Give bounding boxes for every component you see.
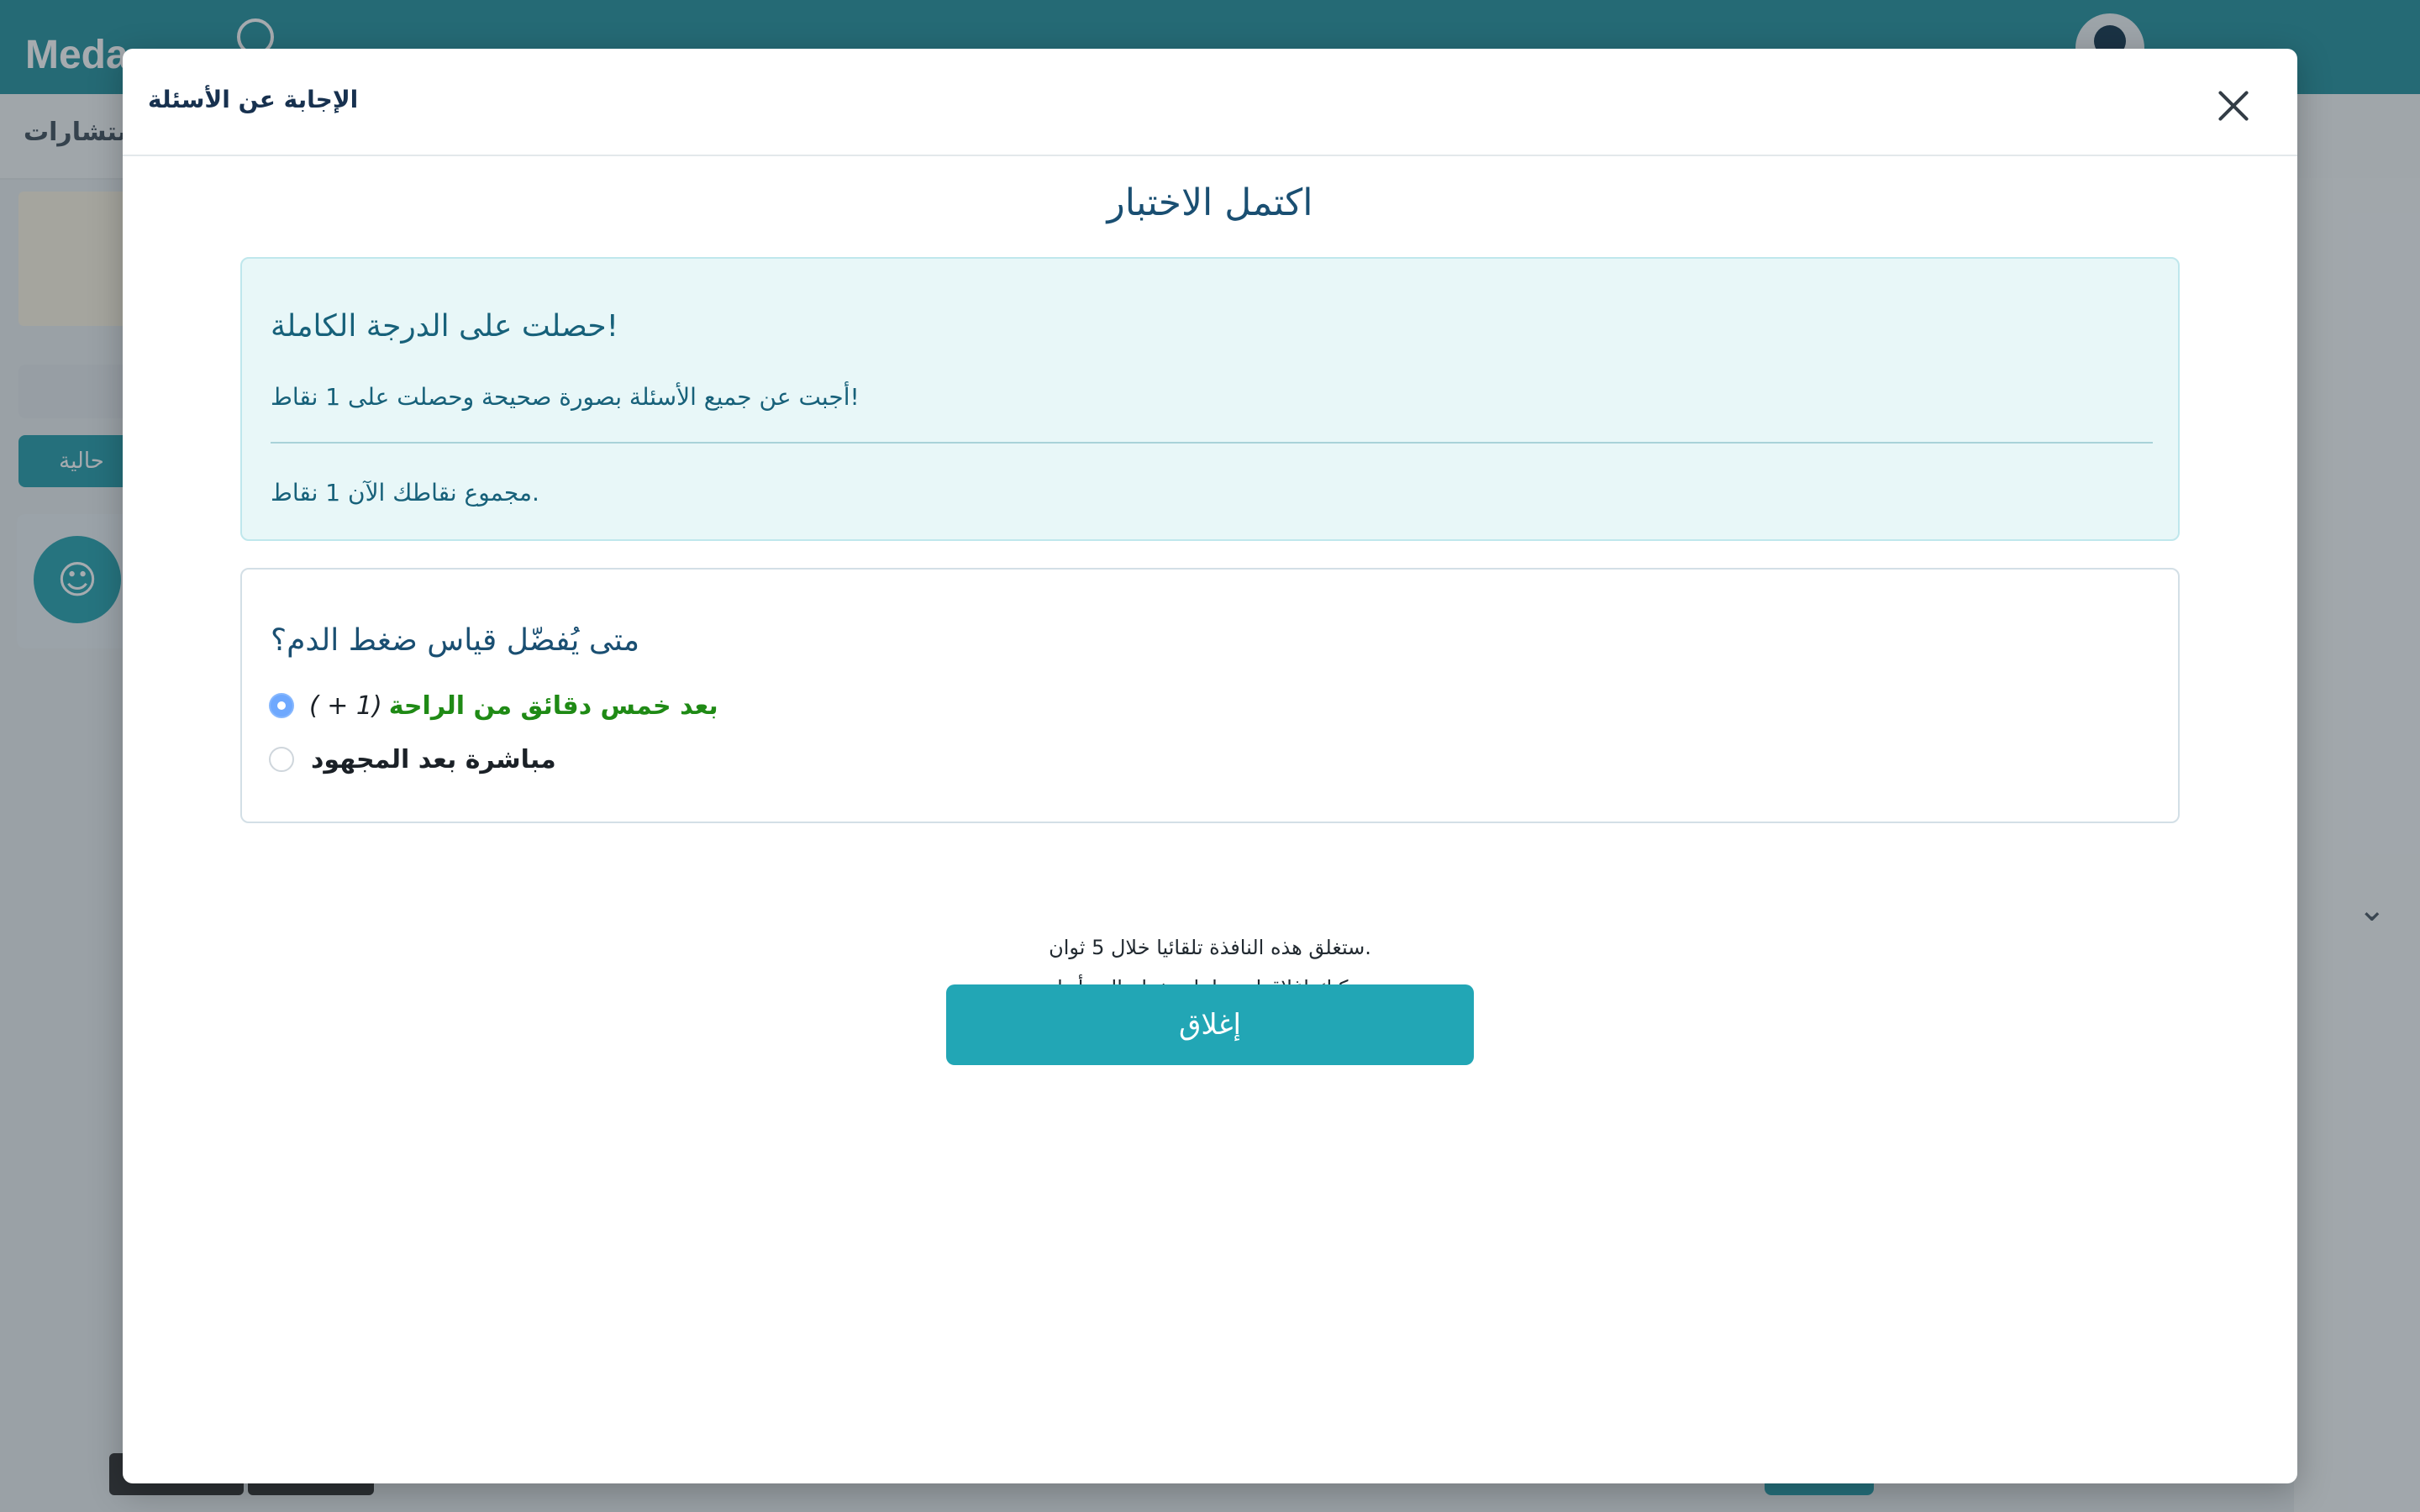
radio-button-selected[interactable] xyxy=(269,693,294,718)
modal-title: الإجابة عن الأسئلة xyxy=(148,86,359,113)
quiz-result-modal: الإجابة عن الأسئلة اكتمل الاختبار !حصلت … xyxy=(123,49,2297,1483)
option-label: مباشرة بعد المجهود xyxy=(311,744,556,774)
quiz-complete-heading: اكتمل الاختبار xyxy=(1107,181,1313,224)
answer-option[interactable]: مباشرة بعد المجهود xyxy=(269,741,556,778)
radio-button[interactable] xyxy=(269,747,294,772)
points-total: .مجموع نقاطك الآن 1 نقاط xyxy=(271,479,539,507)
modal-header: الإجابة عن الأسئلة xyxy=(123,49,2297,156)
answer-option[interactable]: ( + 1) بعد خمس دقائق من الراحة xyxy=(269,687,718,724)
option-label: بعد خمس دقائق من الراحة xyxy=(388,690,718,721)
close-button[interactable]: إغلاق xyxy=(946,984,1474,1065)
option-points: ( + 1) xyxy=(309,690,382,721)
question-card: متى يُفضّل قياس ضغط الدم؟ ( + 1) بعد خمس… xyxy=(240,568,2180,823)
alert-divider xyxy=(271,442,2153,444)
close-icon[interactable] xyxy=(2210,82,2257,129)
score-alert: !حصلت على الدرجة الكاملة !أجبت عن جميع ا… xyxy=(240,257,2180,541)
alert-title: !حصلت على الدرجة الكاملة xyxy=(271,309,619,344)
alert-message: !أجبت عن جميع الأسئلة بصورة صحيحة وحصلت … xyxy=(271,383,860,411)
auto-close-line: .ستغلق هذه النافذة تلقائيا خلال 5 ثوان xyxy=(1049,936,1371,959)
question-text: متى يُفضّل قياس ضغط الدم؟ xyxy=(271,623,639,658)
